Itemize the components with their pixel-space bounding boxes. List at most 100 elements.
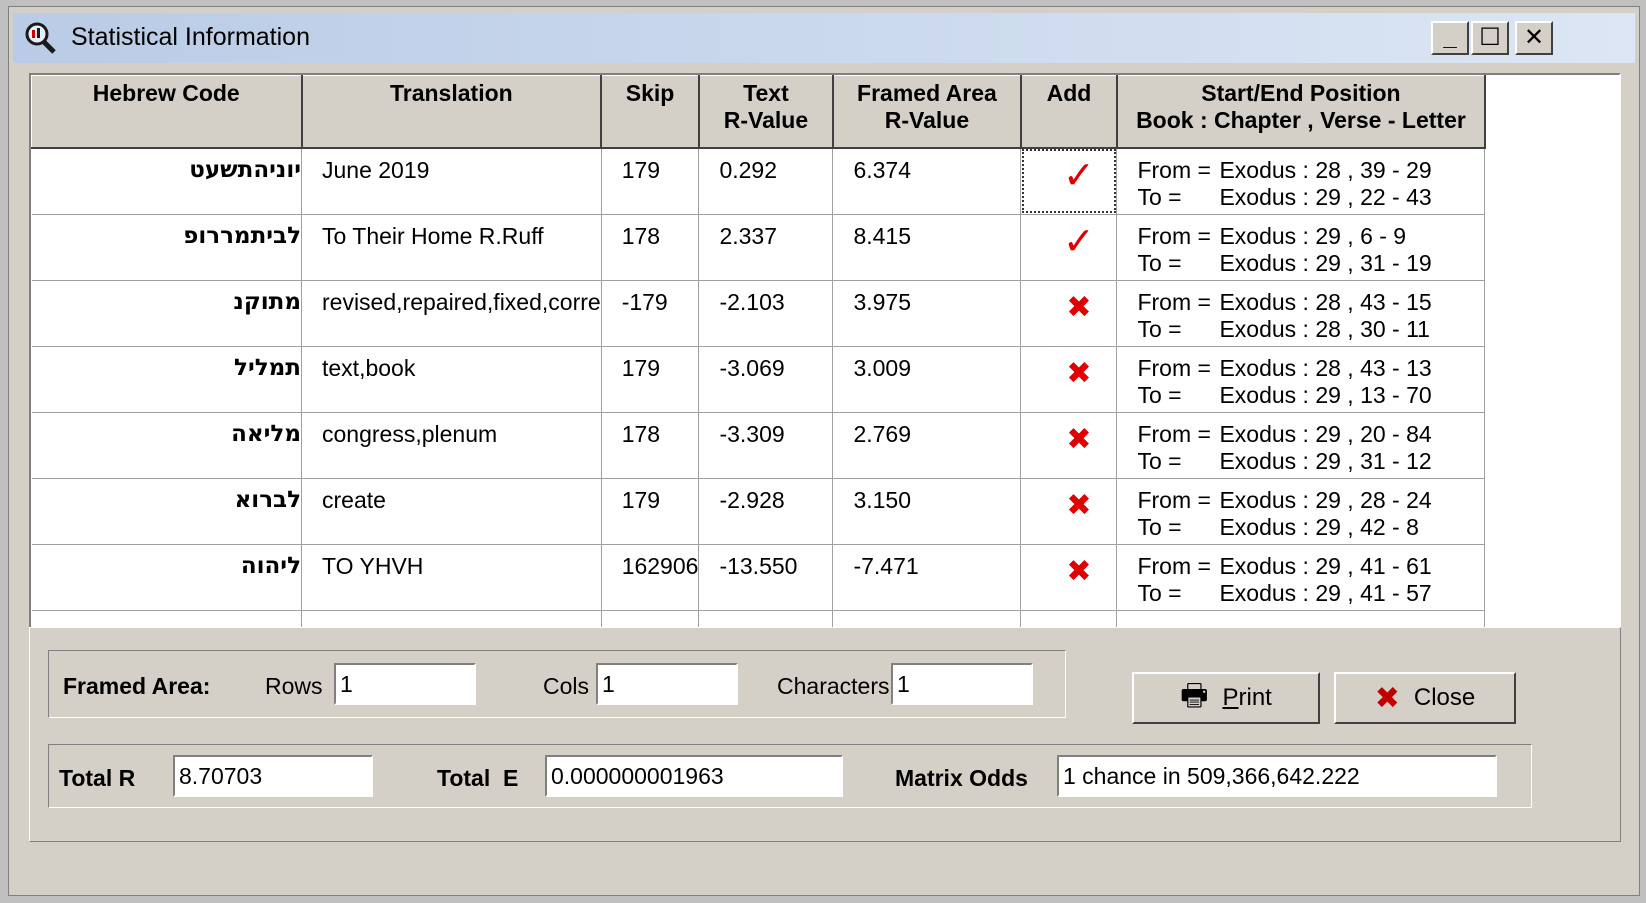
characters-input[interactable] bbox=[891, 663, 1033, 705]
framed-area-group: Framed Area: Rows Cols Characters bbox=[48, 650, 1066, 718]
to-label: To = bbox=[1137, 249, 1182, 276]
results-table: Hebrew Code Translation Skip Text R-Value Fra… bbox=[31, 75, 1486, 630]
from-position-value: Exodus : 29 , 28 - 24 bbox=[1219, 486, 1432, 513]
translation-cell: TO YHVH bbox=[301, 544, 602, 611]
matrix-odds-field[interactable] bbox=[1057, 755, 1497, 797]
bottom-panel: Framed Area: Rows Cols Characters 🖶 Prin… bbox=[29, 627, 1621, 842]
close-button[interactable]: ✖ Close bbox=[1334, 672, 1516, 724]
from-position-line: From = Exodus : 28 , 39 - 29 bbox=[1137, 157, 1484, 184]
column-header[interactable]: Skip bbox=[600, 75, 700, 149]
add-cell[interactable]: ✖ bbox=[1020, 280, 1118, 347]
column-header[interactable]: Start/End Position Book : Chapter , Verse… bbox=[1116, 75, 1486, 149]
to-position-value: Exodus : 29 , 42 - 8 bbox=[1219, 513, 1419, 540]
position-cell: From = Exodus : 28 , 39 - 29 To = Exodus : … bbox=[1116, 148, 1486, 215]
print-mnemonic: P bbox=[1222, 684, 1239, 711]
skip-cell: 179 bbox=[601, 478, 700, 545]
maximize-button[interactable]: ☐ bbox=[1471, 21, 1509, 55]
print-button[interactable]: 🖶 Print bbox=[1132, 672, 1320, 724]
column-header[interactable]: Text R-Value bbox=[698, 75, 834, 149]
to-position-line: To = Exodus : 29 , 31 - 19 bbox=[1137, 250, 1484, 277]
total-e-label: Total E bbox=[437, 765, 519, 791]
to-label: To = bbox=[1137, 315, 1182, 342]
close-window-button[interactable]: ✕ bbox=[1515, 21, 1553, 55]
hebrew-code-cell: לביתמררופ bbox=[31, 214, 302, 281]
text-r-value-cell: -3.309 bbox=[698, 412, 834, 479]
totals-group: Total R Total E Matrix Odds bbox=[48, 744, 1532, 808]
framed-r-value-cell: 8.415 bbox=[832, 214, 1022, 281]
x-mark-icon: ✖ bbox=[1066, 290, 1092, 324]
to-position-line: To = Exodus : 28 , 30 - 11 bbox=[1137, 316, 1484, 343]
printer-icon: 🖶 bbox=[1180, 678, 1209, 712]
to-label: To = bbox=[1137, 184, 1182, 210]
add-cell[interactable]: ✖ bbox=[1020, 346, 1118, 413]
column-header-line: Book : Chapter , Verse - Letter bbox=[1136, 107, 1466, 133]
text-r-value-cell: 2.337 bbox=[698, 214, 834, 281]
to-label: To = bbox=[1137, 513, 1182, 540]
title-bar[interactable]: Statistical Information _ ☐ ✕ bbox=[13, 13, 1635, 63]
hebrew-code-cell: ליהוה bbox=[31, 544, 302, 611]
cols-input[interactable] bbox=[596, 663, 738, 705]
column-header-line: Framed Area bbox=[857, 80, 997, 106]
translation-cell: text,book bbox=[301, 346, 602, 413]
to-position-line: To = Exodus : 29 , 31 - 12 bbox=[1137, 448, 1484, 475]
column-header[interactable]: Add bbox=[1020, 75, 1118, 149]
checkmark-icon: ✓ bbox=[1063, 155, 1095, 197]
skip-cell: 179 bbox=[601, 148, 700, 215]
table-row[interactable]: יוניהתשעט June 2019 179 0.292 6.374 ✓ From = Ex… bbox=[31, 148, 1486, 215]
from-position-line: From = Exodus : 28 , 43 - 15 bbox=[1137, 289, 1484, 316]
to-position-value: Exodus : 29 , 22 - 43 bbox=[1219, 184, 1432, 210]
column-header[interactable]: Hebrew Code bbox=[31, 75, 303, 149]
table-row[interactable]: לברוא create 179 -2.928 3.150 ✖ From = Exodus :… bbox=[31, 478, 1486, 545]
minimize-button[interactable]: _ bbox=[1431, 21, 1469, 55]
header-row: Hebrew Code Translation Skip Text R-Value Fra… bbox=[31, 75, 1486, 149]
add-cell[interactable]: ✖ bbox=[1020, 544, 1118, 611]
print-label: rint bbox=[1238, 684, 1272, 711]
hebrew-code-cell: לברוא bbox=[31, 478, 302, 545]
to-position-line: To = Exodus : 29 , 41 - 57 bbox=[1137, 580, 1484, 607]
translation-cell: revised,repaired,fixed,corre bbox=[301, 280, 602, 347]
add-cell[interactable]: ✓ bbox=[1020, 214, 1118, 281]
to-position-line: To = Exodus : 29 , 13 - 70 bbox=[1137, 382, 1484, 409]
total-r-field[interactable] bbox=[173, 755, 373, 797]
close-label: Close bbox=[1413, 684, 1476, 711]
framed-r-value-cell: 3.150 bbox=[832, 478, 1022, 545]
from-position-value: Exodus : 29 , 6 - 9 bbox=[1219, 222, 1407, 249]
column-header-line: Text bbox=[743, 80, 789, 106]
hebrew-code-cell: מליאה bbox=[31, 412, 302, 479]
column-header-line: R-Value bbox=[884, 107, 970, 133]
from-label: From = bbox=[1137, 222, 1211, 249]
position-cell: From = Exodus : 28 , 43 - 13 To = Exodus : … bbox=[1116, 346, 1486, 413]
table-row[interactable]: מליאה congress,plenum 178 -3.309 2.769 ✖ From … bbox=[31, 412, 1486, 479]
column-header[interactable]: Translation bbox=[301, 75, 603, 149]
to-position-value: Exodus : 29 , 31 - 12 bbox=[1219, 447, 1432, 474]
translation-cell: June 2019 bbox=[301, 148, 602, 215]
to-position-value: Exodus : 28 , 30 - 11 bbox=[1219, 315, 1430, 342]
skip-cell: 178 bbox=[601, 214, 700, 281]
text-r-value-cell: 0.292 bbox=[698, 148, 834, 215]
table-row[interactable]: ליהוה TO YHVH 162906 -13.550 -7.471 ✖ From = Ex… bbox=[31, 544, 1486, 611]
to-position-value: Exodus : 29 , 31 - 19 bbox=[1219, 249, 1432, 276]
statistical-information-window: Statistical Information _ ☐ ✕ Hebrew Cod… bbox=[8, 6, 1640, 896]
table-row[interactable]: מתוקנ revised,repaired,fixed,corre -179 -2.… bbox=[31, 280, 1486, 347]
from-position-line: From = Exodus : 29 , 41 - 61 bbox=[1137, 553, 1484, 580]
matrix-odds-label: Matrix Odds bbox=[895, 765, 1028, 791]
position-cell: From = Exodus : 29 , 6 - 9 To = Exodus : 29… bbox=[1116, 214, 1486, 281]
table-row[interactable]: תמליל text,book 179 -3.069 3.009 ✖ From = Exodu… bbox=[31, 346, 1486, 413]
position-cell: From = Exodus : 28 , 43 - 15 To = Exodus : … bbox=[1116, 280, 1486, 347]
add-cell[interactable]: ✖ bbox=[1020, 478, 1118, 545]
rows-input[interactable] bbox=[334, 663, 476, 705]
from-label: From = bbox=[1137, 157, 1211, 183]
table-row[interactable]: לביתמררופ To Their Home R.Ruff 178 2.337 8.4… bbox=[31, 214, 1486, 281]
from-position-value: Exodus : 28 , 43 - 13 bbox=[1219, 354, 1432, 381]
add-cell[interactable]: ✖ bbox=[1020, 412, 1118, 479]
skip-cell: 179 bbox=[601, 346, 700, 413]
total-e-field[interactable] bbox=[545, 755, 843, 797]
text-r-value-cell: -13.550 bbox=[698, 544, 834, 611]
results-grid[interactable]: Hebrew Code Translation Skip Text R-Value Fra… bbox=[29, 73, 1621, 663]
framed-r-value-cell: 3.975 bbox=[832, 280, 1022, 347]
column-header[interactable]: Framed Area R-Value bbox=[832, 75, 1022, 149]
framed-r-value-cell: 2.769 bbox=[832, 412, 1022, 479]
add-cell[interactable]: ✓ bbox=[1020, 148, 1118, 215]
translation-cell: create bbox=[301, 478, 602, 545]
framed-r-value-cell: 6.374 bbox=[832, 148, 1022, 215]
